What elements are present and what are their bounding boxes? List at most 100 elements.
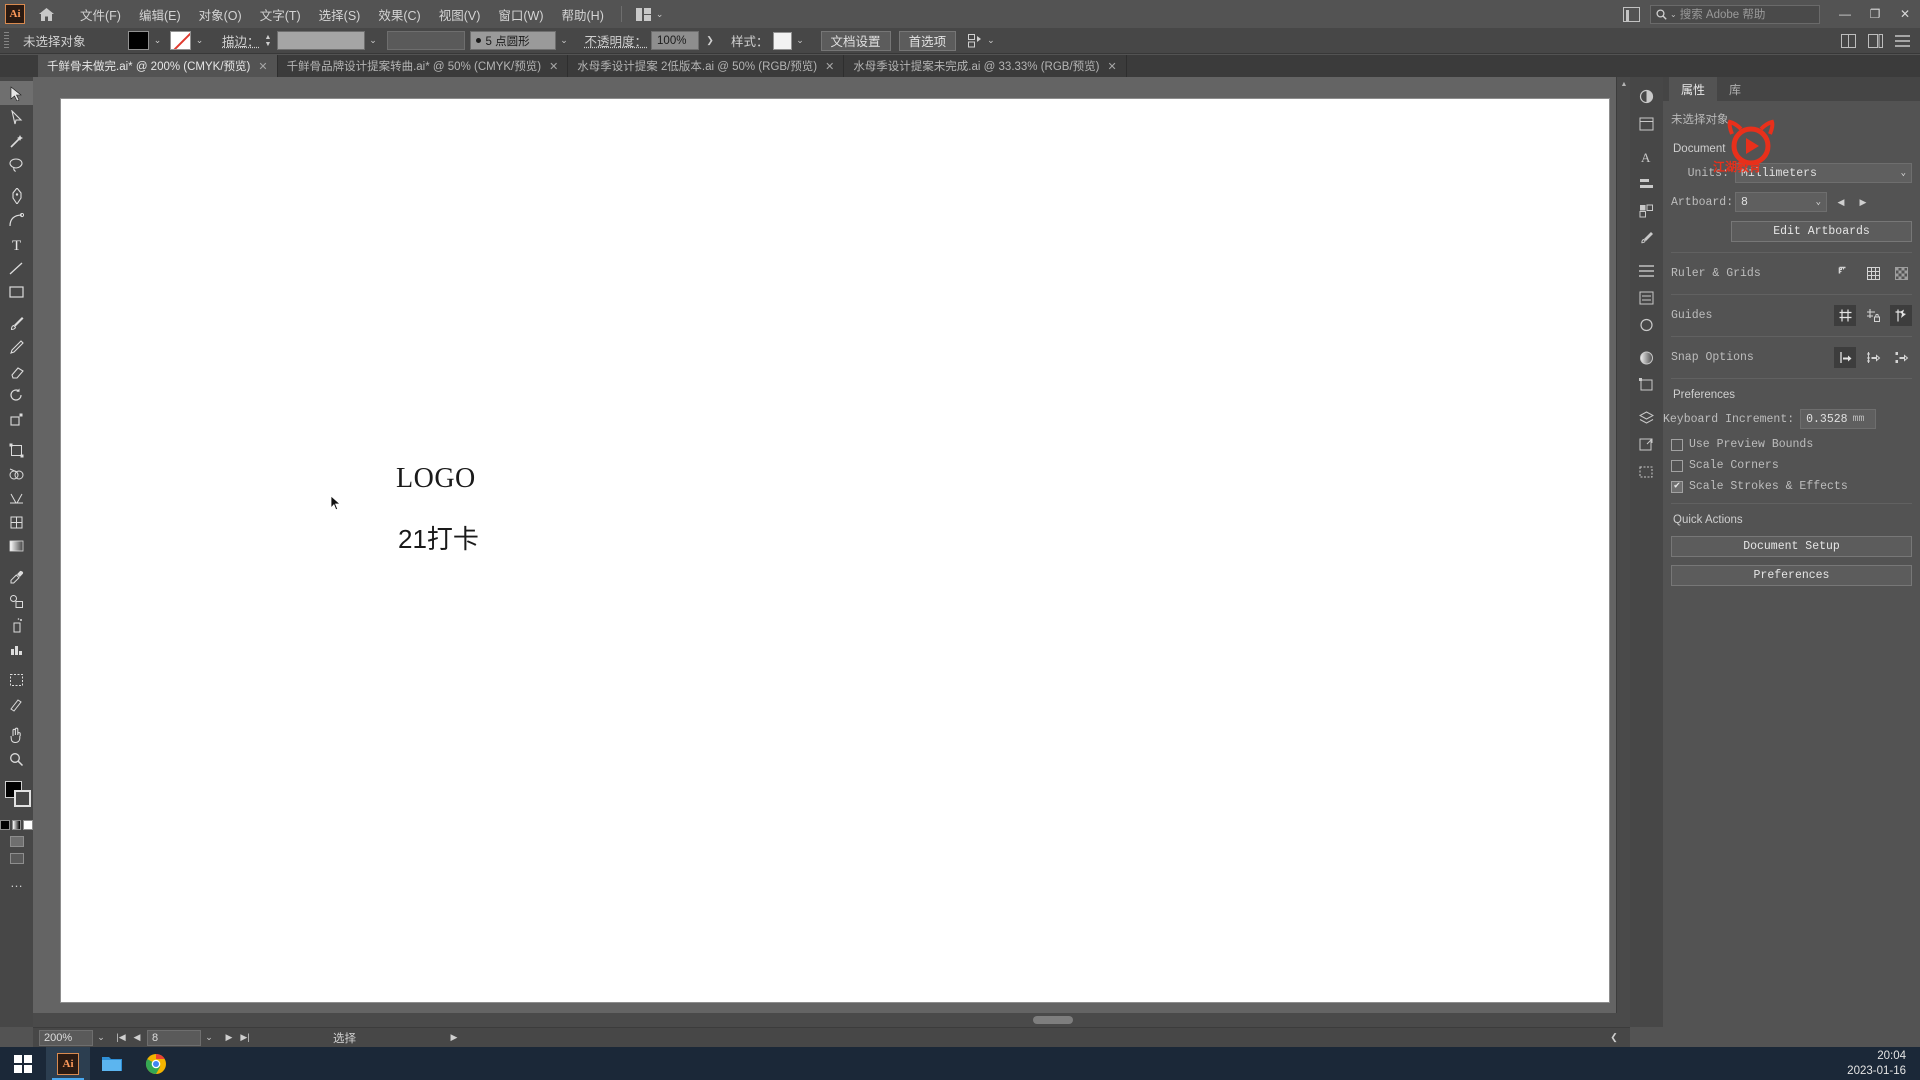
zoom-tool[interactable] <box>0 747 33 771</box>
selection-tool[interactable] <box>0 81 33 105</box>
scale-corners-checkbox[interactable] <box>1671 459 1683 472</box>
type-tool[interactable]: T <box>0 232 33 256</box>
asset-export-panel-icon[interactable] <box>1630 431 1663 458</box>
eraser-tool[interactable] <box>0 359 33 383</box>
artboard[interactable]: LOGO 21打卡 <box>61 99 1609 1002</box>
status-menu-arrow-icon[interactable]: ▶ <box>446 1029 462 1047</box>
close-icon[interactable]: ✕ <box>258 60 267 73</box>
shaper-tool[interactable] <box>0 335 33 359</box>
workspace-switcher[interactable]: ⌄ <box>630 0 670 28</box>
menu-type[interactable]: 文字(T) <box>251 0 310 28</box>
arrange-documents-icon[interactable] <box>1841 33 1856 48</box>
perspective-grid-tool[interactable] <box>0 486 33 510</box>
close-button[interactable]: ✕ <box>1890 0 1920 28</box>
line-segment-tool[interactable] <box>0 256 33 280</box>
menu-view[interactable]: 视图(V) <box>430 0 490 28</box>
stroke-style-select[interactable]: 5 点圆形 <box>469 31 556 50</box>
color-fill-button[interactable] <box>0 820 10 830</box>
home-icon[interactable] <box>33 1 59 27</box>
opacity-input[interactable]: 100% <box>651 31 700 50</box>
document-tab[interactable]: 千鲜骨未做完.ai* @ 200% (CMYK/预览) ✕ <box>38 55 278 77</box>
swatches-panel-icon[interactable] <box>1630 197 1663 224</box>
panel-toggle-icon[interactable] <box>1623 6 1640 22</box>
menu-select[interactable]: 选择(S) <box>310 0 370 28</box>
scroll-up-icon[interactable]: ▲ <box>1617 77 1631 91</box>
taskbar-clock[interactable]: 20:04 2023-01-16 <box>1847 1049 1906 1079</box>
pen-tool[interactable] <box>0 184 33 208</box>
tab-properties[interactable]: 属性 <box>1669 77 1718 101</box>
graphic-style-swatch[interactable] <box>772 31 792 50</box>
snap-to-pixel-icon[interactable] <box>1890 347 1912 368</box>
taskbar-app-illustrator[interactable]: Ai <box>46 1047 90 1080</box>
show-transparency-grid-icon[interactable] <box>1890 263 1912 284</box>
rotate-tool[interactable] <box>0 383 33 407</box>
canvas-area[interactable]: LOGO 21打卡 ▲ ▼ <box>33 77 1630 1027</box>
eyedropper-tool[interactable] <box>0 565 33 589</box>
stroke-style-chevron-down-icon[interactable]: ⌄ <box>556 31 573 50</box>
quick-action-preferences[interactable]: Preferences <box>1671 565 1912 586</box>
gradient-tool[interactable] <box>0 534 33 558</box>
align-panel-icon[interactable] <box>1630 170 1663 197</box>
artboard-tool[interactable] <box>0 668 33 692</box>
direct-selection-tool[interactable] <box>0 105 33 129</box>
appearance-panel-icon[interactable] <box>1630 284 1663 311</box>
status-left-arrow-icon[interactable]: ❮ <box>1606 1029 1622 1047</box>
close-icon[interactable]: ✕ <box>549 60 558 73</box>
align-options[interactable]: ⌄ <box>968 33 995 48</box>
artboards-panel-icon[interactable] <box>1630 458 1663 485</box>
menu-file[interactable]: 文件(F) <box>71 0 130 28</box>
document-setup-button[interactable]: 文档设置 <box>820 30 891 51</box>
gradient-panel-icon[interactable] <box>1630 344 1663 371</box>
slice-tool[interactable] <box>0 692 33 716</box>
symbol-sprayer-tool[interactable] <box>0 613 33 637</box>
stroke-variable-width-field[interactable] <box>386 31 465 50</box>
properties-panel-icon[interactable] <box>1630 110 1663 137</box>
layers-panel-icon[interactable] <box>1630 404 1663 431</box>
next-artboard-button[interactable]: ▶ <box>1855 192 1871 212</box>
stroke-chevron-down-icon[interactable]: ⌄ <box>191 31 208 50</box>
gradient-fill-button[interactable] <box>11 820 22 830</box>
zoom-chevron-down-icon[interactable]: ⌄ <box>93 1029 109 1047</box>
close-icon[interactable]: ✕ <box>1108 60 1117 73</box>
quick-action-document-setup[interactable]: Document Setup <box>1671 536 1912 557</box>
previous-artboard-button[interactable]: ◀ <box>1833 192 1849 212</box>
symbols-panel-icon[interactable] <box>1630 311 1663 338</box>
character-panel-icon[interactable]: A <box>1630 143 1663 170</box>
document-tab[interactable]: 千鲜骨品牌设计提案转曲.ai* @ 50% (CMYK/预览) ✕ <box>277 55 569 77</box>
menu-window[interactable]: 窗口(W) <box>489 0 552 28</box>
screen-mode-button[interactable] <box>9 853 24 864</box>
first-artboard-button[interactable]: |◀ <box>113 1029 129 1047</box>
artwork-logo-text[interactable]: LOGO <box>396 463 476 495</box>
control-bar-grip[interactable] <box>4 31 9 50</box>
opacity-options-arrow-icon[interactable]: ❯ <box>699 31 721 50</box>
search-input[interactable]: ⌄ 搜索 Adobe 帮助 <box>1650 4 1820 24</box>
scale-strokes-effects-checkbox[interactable]: ✔ <box>1671 480 1683 493</box>
transform-panel-icon[interactable] <box>1630 371 1663 398</box>
keyboard-increment-input[interactable]: 0.3528 mm <box>1800 409 1877 429</box>
mesh-tool[interactable] <box>0 510 33 534</box>
snap-to-grid-icon[interactable] <box>1862 347 1884 368</box>
column-graph-tool[interactable] <box>0 637 33 661</box>
magic-wand-tool[interactable] <box>0 129 33 153</box>
stroke-profile-chevron-down-icon[interactable]: ⌄ <box>365 31 382 50</box>
color-panel-icon[interactable] <box>1630 83 1663 110</box>
smart-guides-icon[interactable] <box>1890 305 1912 326</box>
transparency-panel-icon[interactable] <box>1630 257 1663 284</box>
windows-start-icon[interactable] <box>0 1047 46 1080</box>
use-preview-bounds-row[interactable]: Use Preview Bounds <box>1671 438 1912 451</box>
style-chevron-down-icon[interactable]: ⌄ <box>792 31 809 50</box>
lasso-tool[interactable] <box>0 153 33 177</box>
lock-guides-icon[interactable] <box>1862 305 1884 326</box>
snap-to-point-icon[interactable] <box>1834 347 1856 368</box>
previous-artboard-button[interactable]: ◀ <box>129 1029 145 1047</box>
blend-tool[interactable] <box>0 589 33 613</box>
minimize-button[interactable]: — <box>1830 0 1860 28</box>
units-select[interactable]: Millimeters ⌄ <box>1735 163 1912 183</box>
use-preview-bounds-checkbox[interactable] <box>1671 438 1683 451</box>
zoom-level-input[interactable]: 200% <box>39 1029 93 1046</box>
stroke-stepper[interactable]: ▲ ▼ <box>263 31 274 50</box>
taskbar-app-file-explorer[interactable] <box>90 1047 134 1080</box>
taskbar-app-chrome[interactable] <box>134 1047 178 1080</box>
shape-builder-tool[interactable] <box>0 462 33 486</box>
curvature-tool[interactable] <box>0 208 33 232</box>
